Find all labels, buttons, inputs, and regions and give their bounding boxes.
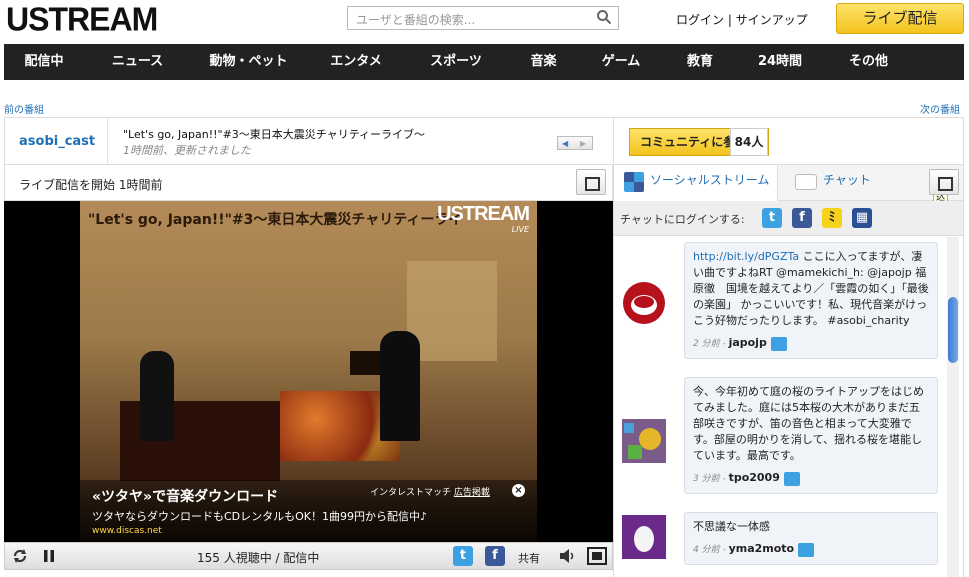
myspace-login-icon[interactable]: ▦ [852, 208, 872, 228]
video-frame: "Let's go, Japan!!"#3〜東日本大震災チャリティーライ UST… [80, 201, 537, 542]
message-link[interactable]: http://bit.ly/dPGZTa [693, 250, 799, 263]
message-time: 4 分前 - [693, 545, 729, 555]
show-title: "Let's go, Japan!!"#3〜東日本大震災チャリティーライブ〜 [123, 128, 426, 141]
twitter-icon[interactable] [783, 471, 800, 486]
chat-login-label: チャットにログインする: [620, 213, 745, 226]
search-icon[interactable] [596, 9, 612, 25]
tab-chat-label: チャット [823, 173, 871, 187]
channel-name[interactable]: asobi_cast [19, 134, 95, 149]
live-watermark: LIVE [511, 225, 529, 234]
ustream-logo[interactable]: USTREAM [6, 0, 158, 39]
episode-switcher[interactable]: ◀ ▶ [557, 136, 593, 150]
ustream-watermark: USTREAM [437, 203, 530, 225]
stage-backdrop [407, 261, 497, 361]
nav-item-animals[interactable]: 動物・ペット [191, 44, 306, 80]
search-placeholder: ユーザと番組の検索... [356, 13, 476, 27]
message-time: 3 分前 - [693, 474, 729, 484]
player-controls: 155 人視聴中 / 配信中 t f 共有 [4, 542, 613, 570]
nav-item-sports[interactable]: スポーツ [406, 44, 506, 80]
pause-icon[interactable] [43, 549, 55, 563]
community-bar: コミュニティに参加 84人 [613, 117, 964, 165]
avatar-japojp[interactable] [622, 281, 666, 325]
social-stream-panel: チャットにログインする: t f ﾐ ▦ http://bit.ly/dPGZT… [613, 201, 964, 577]
message-text: 今、今年初めて庭の桜のライトアップをはじめてみました。庭には5本桜の大木がありま… [693, 385, 924, 462]
share-button[interactable]: 共有 [518, 550, 540, 566]
message-user[interactable]: japojp [729, 336, 767, 349]
scrollbar-thumb[interactable] [948, 297, 958, 363]
twitter-share-icon[interactable]: t [453, 546, 473, 566]
tab-chat[interactable]: チャット 読み込み中 [789, 165, 949, 227]
nav-item-entertainment[interactable]: エンタメ [306, 44, 406, 80]
viewer-count: 155 人視聴中 / 配信中 [197, 551, 320, 565]
chat-scrollbar[interactable] [947, 237, 959, 577]
chat-tabs: ソーシャルストリーム チャット 読み込み中 [613, 165, 964, 227]
facebook-login-icon[interactable]: f [792, 208, 812, 228]
message-meta: 4 分前 - yma2moto [693, 541, 929, 558]
chat-bubble-icon [795, 174, 817, 190]
prev-program-link[interactable]: 前の番組 [4, 101, 44, 116]
nav-item-news[interactable]: ニュース [84, 44, 191, 80]
nav-item-other[interactable]: その他 [821, 44, 916, 80]
member-count: 84人 [730, 128, 768, 156]
ad-sponsor-name: インタレストマッチ [370, 488, 452, 498]
join-community-button[interactable]: コミュニティに参加 84人 [629, 128, 769, 156]
social-stream-icon [624, 172, 644, 192]
refresh-icon[interactable] [11, 547, 29, 565]
chat-message: http://bit.ly/dPGZTa ここに入ってますが、凄い曲ですよねRT… [684, 242, 938, 359]
volume-icon[interactable] [559, 548, 577, 564]
popout-chat-button[interactable] [929, 169, 959, 195]
ad-headline[interactable]: «ツタヤ»で音楽ダウンロード [92, 486, 278, 506]
music-stand [350, 351, 382, 375]
avatar-yma2moto[interactable] [622, 515, 666, 559]
popout-player-button[interactable] [576, 169, 606, 195]
message-meta: 3 分前 - tpo2009 [693, 470, 929, 487]
divider [107, 118, 108, 164]
ad-post-link[interactable]: 広告掲載 [454, 488, 490, 498]
ad-text: ツタヤならダウンロードもCDレンタルもOK！1曲99円から配信中♪ [92, 510, 428, 523]
video-player[interactable]: "Let's go, Japan!!"#3〜東日本大震災チャリティーライ UST… [4, 201, 613, 542]
arrow-left-icon[interactable]: ◀ [562, 139, 568, 148]
message-text: 不思議な一体感 [693, 520, 770, 533]
next-program-link[interactable]: 次の番組 [920, 101, 960, 116]
nav-item-music[interactable]: 音楽 [506, 44, 581, 80]
stream-status-bar: ライブ配信を開始 1時間前 [4, 165, 613, 201]
live-broadcast-button[interactable]: ライブ配信 [836, 3, 964, 34]
nav-item-games[interactable]: ゲーム [581, 44, 661, 80]
broadcast-start-text: ライブ配信を開始 1時間前 [19, 178, 163, 192]
video-ad-overlay[interactable]: «ツタヤ»で音楽ダウンロード ツタヤならダウンロードもCDレンタルもOK！1曲9… [80, 480, 537, 542]
facebook-share-icon[interactable]: f [485, 546, 505, 566]
twitter-login-icon[interactable]: t [762, 208, 782, 228]
mixi-login-icon[interactable]: ﾐ [822, 208, 842, 228]
nav-item-live[interactable]: 配信中 [4, 44, 84, 80]
header: USTREAM ユーザと番組の検索... ログイン | サインアップ ライブ配信 [0, 0, 969, 44]
chat-message: 不思議な一体感 4 分前 - yma2moto [684, 512, 938, 565]
channel-bar: asobi_cast "Let's go, Japan!!"#3〜東日本大震災チ… [4, 117, 613, 165]
message-user[interactable]: yma2moto [729, 542, 795, 555]
arrow-right-icon[interactable]: ▶ [580, 139, 586, 148]
message-user[interactable]: tpo2009 [729, 471, 780, 484]
performer [380, 331, 420, 441]
message-meta: 2 分前 - japojp [693, 335, 929, 352]
nav-item-education[interactable]: 教育 [661, 44, 739, 80]
nav-item-24h[interactable]: 24時間 [739, 44, 821, 80]
close-icon[interactable]: × [512, 484, 525, 497]
login-signup-links[interactable]: ログイン | サインアップ [676, 11, 808, 28]
video-overlay-title: "Let's go, Japan!!"#3〜東日本大震災チャリティーライ [88, 212, 463, 228]
chat-login-row: チャットにログインする: t f ﾐ ▦ [614, 201, 963, 236]
avatar-tpo2009[interactable] [622, 419, 666, 463]
tab-social-stream[interactable]: ソーシャルストリーム [614, 165, 778, 201]
search-input[interactable]: ユーザと番組の検索... [347, 6, 619, 30]
updated-time: 1時間前、更新されました [123, 144, 251, 157]
chat-message: 今、今年初めて庭の桜のライトアップをはじめてみました。庭には5本桜の大木がありま… [684, 377, 938, 494]
pianist [140, 351, 174, 441]
category-nav: 配信中 ニュース 動物・ペット エンタメ スポーツ 音楽 ゲーム 教育 24時間… [4, 44, 964, 80]
twitter-icon[interactable] [798, 542, 815, 557]
ad-url[interactable]: www.discas.net [92, 526, 162, 536]
ad-sponsor: インタレストマッチ 広告掲載 [370, 485, 490, 498]
tab-social-label: ソーシャルストリーム [650, 173, 770, 187]
message-time: 2 分前 - [693, 339, 729, 349]
fullscreen-icon[interactable] [587, 547, 607, 565]
twitter-icon[interactable] [770, 336, 787, 351]
